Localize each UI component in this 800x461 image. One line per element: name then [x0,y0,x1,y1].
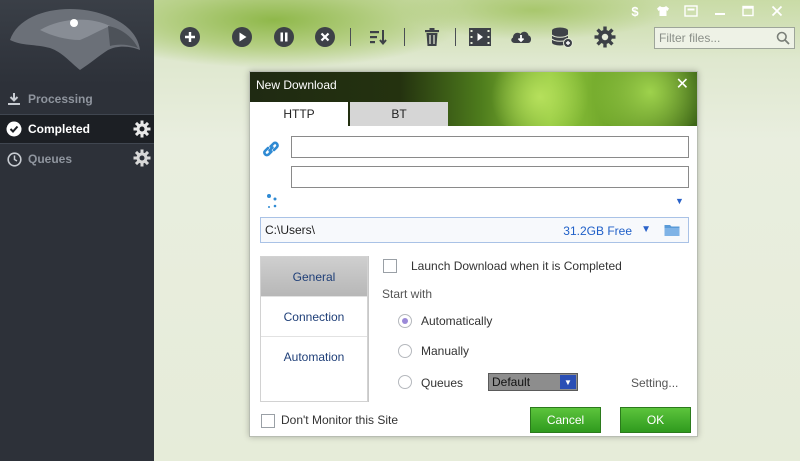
cloud-download-icon[interactable] [509,25,533,49]
sidebar-item-label: Queues [28,152,73,166]
start-manually-label: Manually [421,344,470,358]
queue-select[interactable]: Default ▼ [488,373,578,391]
new-download-dialog: New Download ✕ HTTP BT ▼ C:\Users\ 31.2G… [249,71,698,437]
save-path-field[interactable]: C:\Users\ 31.2GB Free ▼ [260,217,689,243]
pause-icon[interactable] [272,25,296,49]
gear-icon[interactable] [133,120,151,141]
gear-icon[interactable] [133,149,151,170]
database-icon[interactable] [550,25,574,49]
shirt-icon[interactable] [654,3,672,19]
link-icon [260,138,282,163]
launch-when-completed-checkbox[interactable] [383,259,397,273]
filter-files-input[interactable] [659,31,777,45]
clock-icon [0,151,28,167]
chevron-down-icon[interactable]: ▼ [641,224,651,235]
toolbar-divider [404,28,405,46]
start-manually-radio[interactable] [398,344,412,358]
play-icon[interactable] [230,25,254,49]
loading-spinner-icon [266,193,278,212]
sidebar-item-processing[interactable]: Processing [0,84,154,114]
dialog-title: New Download [256,78,337,92]
dont-monitor-label: Don't Monitor this Site [281,413,399,427]
maximize-icon[interactable] [739,3,757,19]
eagle-logo [0,0,154,84]
sidebar-item-label: Completed [28,122,91,136]
tab-http[interactable]: HTTP [250,102,348,126]
folder-icon[interactable] [664,223,680,240]
launch-when-completed-label: Launch Download when it is Completed [411,259,622,273]
restore-icon[interactable] [682,3,700,19]
filename-input[interactable] [291,166,689,188]
stop-icon[interactable] [313,25,337,49]
filter-files-box[interactable] [654,27,795,49]
dialog-header: New Download ✕ HTTP BT [250,72,697,126]
start-queues-radio[interactable] [398,375,412,389]
search-icon[interactable] [776,31,790,48]
start-automatically-label: Automatically [421,314,493,328]
start-with-label: Start with [382,287,433,301]
sidebar-item-completed[interactable]: Completed [0,114,154,144]
sidebar: Processing Completed Queues [0,0,154,461]
start-automatically-radio[interactable] [398,314,412,328]
close-icon[interactable] [768,3,786,19]
chevron-down-icon[interactable]: ▼ [560,375,576,389]
download-icon [0,92,28,106]
option-tabs: General Connection Automation [260,256,368,402]
url-input[interactable] [291,136,689,158]
toolbar-divider [350,28,351,46]
start-queues-label: Queues [421,376,464,390]
dollar-icon[interactable]: $ [626,3,644,19]
dont-monitor-checkbox[interactable] [261,414,275,428]
gear-icon[interactable] [593,25,617,49]
tab-bt[interactable]: BT [350,102,448,126]
ok-button[interactable]: OK [620,407,691,433]
minimize-icon[interactable] [711,3,729,19]
close-icon[interactable]: ✕ [676,74,689,94]
cancel-button[interactable]: Cancel [530,407,601,433]
divider [368,256,369,402]
sidebar-item-label: Processing [28,92,93,106]
save-path-value: C:\Users\ [265,223,316,237]
video-icon[interactable] [468,25,492,49]
tab-connection[interactable]: Connection [261,297,367,337]
chevron-down-icon[interactable]: ▼ [675,196,684,206]
queue-select-value: Default [492,375,531,389]
add-icon[interactable] [178,25,202,49]
free-space-label: 31.2GB Free [563,224,632,238]
trash-icon[interactable] [420,25,444,49]
sort-icon[interactable] [366,25,390,49]
sidebar-item-queues[interactable]: Queues [0,144,154,174]
setting-link[interactable]: Setting... [631,376,678,390]
tab-general[interactable]: General [261,257,367,297]
tab-automation[interactable]: Automation [261,337,367,377]
toolbar-divider [455,28,456,46]
check-circle-icon [0,121,28,137]
